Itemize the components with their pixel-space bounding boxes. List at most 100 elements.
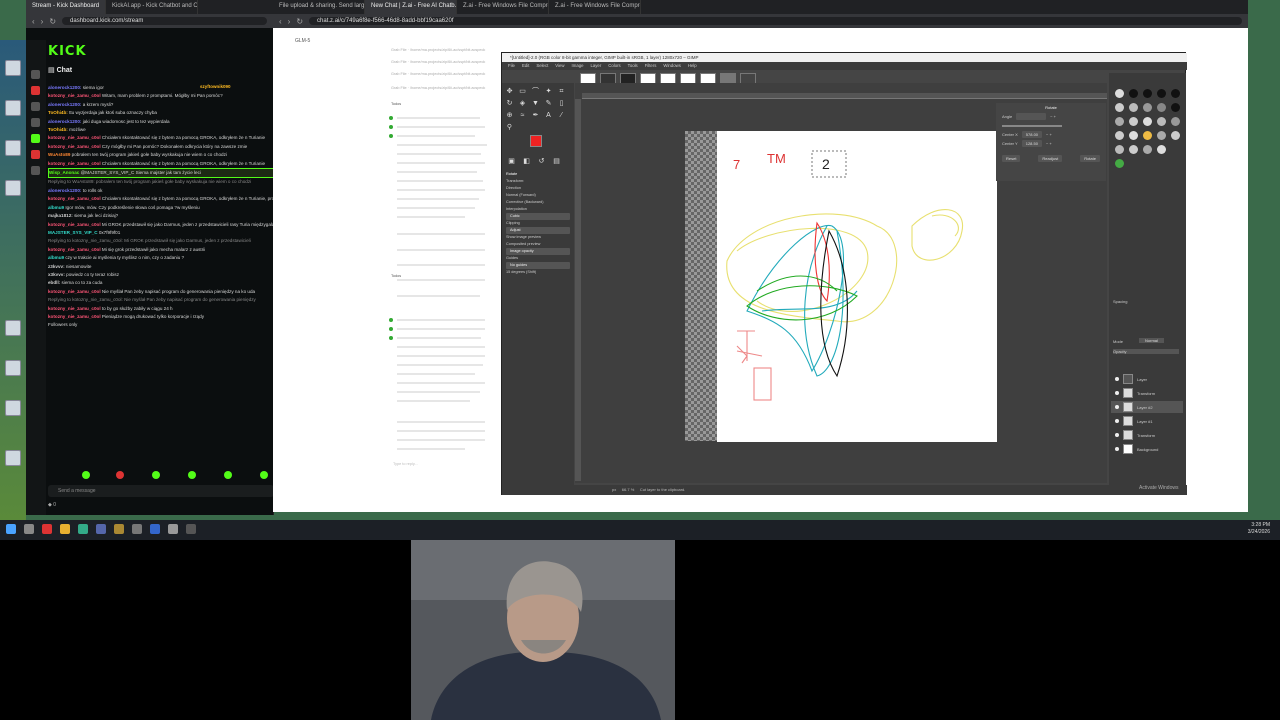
chat-message[interactable]: WuAsto89 pobrałem ten twój program jakie…	[48, 151, 274, 159]
sidebar-nav-icon[interactable]	[31, 118, 40, 127]
layer-row[interactable]: Transform	[1111, 387, 1183, 399]
chat-username[interactable]: Wisp_Anonac	[49, 170, 79, 175]
chat-username[interactable]: kotozny_nie_zamu_c0ol	[48, 161, 101, 166]
desktop-shortcut-icon[interactable]	[5, 450, 21, 466]
app-icon[interactable]	[168, 524, 178, 534]
chat-message[interactable]: MAJSTER_SYS_VIP_C 0x7f9f9f01	[48, 229, 274, 237]
images-tab-icon[interactable]: ▤	[552, 157, 561, 166]
brush-preset-icon[interactable]	[1171, 103, 1180, 112]
composited-preview-checkbox[interactable]: Composited preview	[502, 241, 574, 248]
angle-stepper-icon[interactable]: − +	[1050, 114, 1056, 119]
chat-message[interactable]: alonerock1200: to rolls ok	[48, 187, 274, 195]
brush-preset-icon[interactable]	[1129, 145, 1138, 154]
chat-message[interactable]: Replying to kotozny_nie_zamu_c0ol: Nie m…	[48, 296, 274, 304]
reload-icon[interactable]: ↻	[49, 17, 56, 26]
right-address-input[interactable]: chat.z.ai/c/749a6f8e-f566-46d8-8add-bbf1…	[309, 17, 1242, 25]
chat-message[interactable]: Followers only	[48, 321, 274, 329]
layer-row[interactable]: Layer	[1111, 373, 1183, 385]
chat-username[interactable]: WuAsto89	[48, 152, 70, 157]
brush-preset-icon[interactable]	[1129, 117, 1138, 126]
desktop-shortcut-icon[interactable]	[5, 140, 21, 156]
start-icon[interactable]	[6, 524, 16, 534]
chat-username[interactable]: ebdll:	[48, 280, 60, 285]
desktop-shortcut-icon[interactable]	[5, 60, 21, 76]
visibility-icon[interactable]	[1115, 377, 1119, 381]
visibility-icon[interactable]	[1115, 447, 1119, 451]
direction-corrective-radio[interactable]: Corrective (Backward)	[502, 199, 574, 206]
direction-normal-radio[interactable]: Normal (Forward)	[502, 192, 574, 199]
chat-username[interactable]: kotozny_nie_zamu_c0ol	[48, 144, 101, 149]
brush-preset-icon[interactable]	[1115, 117, 1124, 126]
bucket-fill-icon[interactable]: ▼	[531, 99, 540, 108]
chat-username[interactable]: ToOhi4b:	[48, 127, 68, 132]
center-x-input[interactable]: 578.00	[1021, 131, 1043, 138]
angle-input[interactable]	[1016, 113, 1047, 120]
sidebar-nav-icon[interactable]	[31, 86, 40, 95]
eraser-icon[interactable]: ▯	[557, 99, 566, 108]
guides-select[interactable]: No guides	[506, 262, 570, 269]
chat-message[interactable]: kotozny_nie_zamu_c0ol Nie myślał Pan żeb…	[48, 288, 274, 296]
emote-icon[interactable]	[260, 471, 268, 479]
clone-icon[interactable]: ⊕	[505, 111, 514, 120]
brush-preset-icon[interactable]	[1171, 117, 1180, 126]
chat-message[interactable]: kotozny_nie_zamu_c0ol Witam, mam problem…	[48, 92, 274, 100]
center-y-input[interactable]: 128.50	[1021, 140, 1042, 147]
app-icon[interactable]	[150, 524, 160, 534]
visibility-icon[interactable]	[1115, 405, 1119, 409]
brush-preset-icon[interactable]	[1157, 145, 1166, 154]
brush-preset-icon[interactable]	[1129, 131, 1138, 140]
warp-icon[interactable]: ◈	[518, 99, 527, 108]
tab-zai-file-1[interactable]: Z.ai - Free Windows File Compre...	[457, 0, 549, 14]
menu-select[interactable]: Select	[536, 63, 548, 69]
emote-icon[interactable]	[152, 471, 160, 479]
sidebar-nav-icon[interactable]	[31, 150, 40, 159]
model-title[interactable]: GLM-5	[295, 38, 310, 44]
system-clock[interactable]: 3:28 PM 3/24/2026	[1248, 522, 1270, 536]
chat-message[interactable]: alonerock1200: jaki duga wiadomosc jest …	[48, 118, 274, 126]
layer-row[interactable]: Transform	[1111, 429, 1183, 441]
chat-message[interactable]: Wisp_Anonac @MAJSTER_SYS_VIP_C Siema maj…	[48, 168, 274, 179]
chat-message[interactable]: kotozny_nie_zamu_c0ol to by go służby za…	[48, 305, 274, 313]
brush-preset-icon[interactable]	[1129, 103, 1138, 112]
left-address-input[interactable]: dashboard.kick.com/stream	[62, 17, 267, 25]
chat-username[interactable]: alonerock1200:	[48, 188, 81, 193]
desktop-shortcut-icon[interactable]	[5, 360, 21, 376]
foreground-color-swatch[interactable]	[530, 135, 542, 147]
menu-tools[interactable]: Tools	[628, 63, 638, 69]
smudge-icon[interactable]: ≈	[518, 111, 527, 120]
brush-preset-icon[interactable]	[1143, 117, 1152, 126]
chat-message[interactable]: majka1812: siema jak leci dzisiaj?	[48, 212, 274, 220]
chat-username[interactable]: albmu9	[48, 255, 64, 260]
chat-username[interactable]: z3kvvv:	[48, 264, 65, 269]
brush-preset-icon[interactable]	[1157, 103, 1166, 112]
chat-message[interactable]: albmu9 czy w trakcie ai myślenia ty myśl…	[48, 254, 274, 262]
app-icon[interactable]	[78, 524, 88, 534]
sidebar-nav-icon[interactable]	[31, 166, 40, 175]
brush-preset-icon[interactable]	[1143, 103, 1152, 112]
chat-username[interactable]: albmu9	[48, 205, 64, 210]
image-opacity-slider[interactable]: Image opacity	[506, 248, 570, 255]
menu-file[interactable]: File	[508, 63, 515, 69]
opacity-slider[interactable]: Opacity	[1113, 349, 1179, 354]
chat-username[interactable]: alonerock1200:	[48, 119, 81, 124]
brush-preset-icon[interactable]	[1157, 117, 1166, 126]
visibility-icon[interactable]	[1115, 419, 1119, 423]
menu-layer[interactable]: Layer	[591, 63, 602, 69]
reload-icon[interactable]: ↻	[296, 17, 303, 26]
app-icon[interactable]	[132, 524, 142, 534]
chat-username[interactable]: kotozny_nie_zamu_c0ol	[48, 222, 101, 227]
center-x-stepper-icon[interactable]: − +	[1046, 132, 1052, 137]
chat-message[interactable]: ToOhi4b: ttu wyzjerdaja jak ktoś suba oz…	[48, 109, 274, 117]
chat-message[interactable]: kotozny_nie_zamu_c0ol Chciałem skontakto…	[48, 195, 274, 203]
chat-username[interactable]: kotozny_nie_zamu_c0ol	[48, 314, 101, 319]
rotate-button[interactable]: Rotate	[1080, 155, 1100, 162]
app-icon[interactable]	[114, 524, 124, 534]
readjust-button[interactable]: Readjust	[1038, 155, 1063, 162]
chat-username[interactable]: x3kvvv:	[48, 272, 65, 277]
color-picker-icon[interactable]: ⁄	[557, 111, 566, 120]
chat-username[interactable]: kotozny_nie_zamu_c0ol	[48, 247, 101, 252]
emote-icon[interactable]	[116, 471, 124, 479]
chat-message[interactable]: z3kvvv: niesamowite	[48, 263, 274, 271]
brush-preset-icon[interactable]	[1115, 131, 1124, 140]
device-status-tab-icon[interactable]: ◧	[522, 157, 531, 166]
